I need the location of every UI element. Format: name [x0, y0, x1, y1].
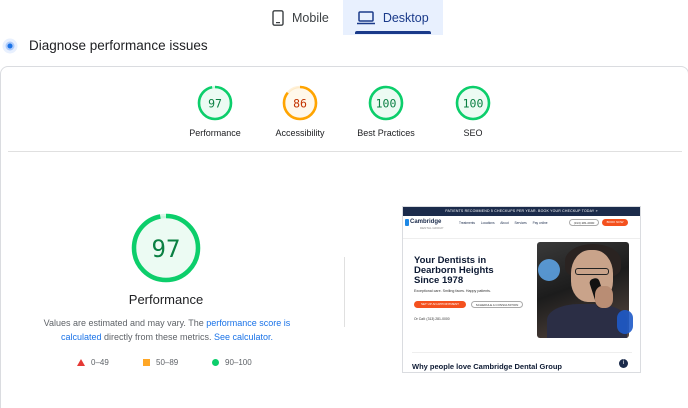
big-gauge-score: 97	[152, 235, 181, 263]
gauge-ring: 100	[368, 85, 404, 121]
site-section-title: Why people love Cambridge Dental Group	[412, 362, 563, 371]
smartphone-icon	[272, 9, 284, 26]
circle-icon	[212, 359, 219, 366]
performance-label: Performance	[128, 292, 204, 307]
gauge-ring: 97	[197, 85, 233, 121]
see-calculator-link[interactable]: See calculator.	[214, 332, 273, 342]
decorative-blob	[617, 310, 633, 334]
info-icon: i	[619, 359, 628, 368]
gauge-score: 97	[208, 97, 222, 111]
site-nav-link: Pay online	[532, 221, 548, 225]
site-brand-sub: DENTAL GROUP	[420, 226, 444, 230]
gauge-label: Accessibility	[275, 128, 325, 138]
tab-mobile-label: Mobile	[292, 10, 329, 25]
site-tagline: Exceptional care. Smiling faces. Happy p…	[414, 289, 491, 293]
gauge-score: 100	[463, 97, 484, 111]
gauge-accessibility[interactable]: 86 Accessibility	[250, 85, 350, 138]
vertical-divider	[344, 257, 345, 327]
performance-score-gauge: 97	[131, 213, 201, 283]
site-headline: Your Dentists in Dearborn Heights Since …	[414, 255, 494, 286]
site-cta-primary: SET UP AN APPOINTMENT	[414, 301, 466, 308]
legend-fail: 0–49	[77, 358, 109, 367]
site-nav: Cambridge DENTAL GROUP Treatments Locati…	[403, 218, 640, 231]
legend-pass: 90–100	[212, 358, 252, 367]
section-divider	[8, 151, 682, 152]
score-note: Values are estimated and may vary. The p…	[26, 316, 308, 344]
final-screenshot[interactable]: PATIENTS RECOMMEND 5 CHECKUPS PER YEAR. …	[402, 206, 641, 373]
brand-logo-icon	[405, 219, 409, 226]
site-hero: Your Dentists in Dearborn Heights Since …	[403, 238, 640, 343]
desktop-icon	[356, 10, 375, 24]
legend-average-range: 50–89	[156, 358, 179, 367]
legend-fail-range: 0–49	[91, 358, 109, 367]
tab-desktop[interactable]: Desktop	[342, 0, 443, 35]
site-nav-link: Locations	[480, 221, 495, 225]
decorative-blob	[538, 259, 560, 281]
site-cta-secondary: SCHEDULE A CONSULTATION	[471, 301, 523, 308]
site-nav-links: Treatments Locations About Services Pay …	[459, 221, 553, 225]
category-gauges: 97 Performance 86 Accessibility 100 Best Pr…	[0, 85, 688, 145]
note-text-1: Values are estimated and may vary. The	[43, 318, 207, 328]
gauge-seo[interactable]: 100 SEO	[423, 85, 523, 138]
site-brand: Cambridge	[410, 219, 442, 225]
gauge-best-practices[interactable]: 100 Best Practices	[336, 85, 436, 138]
gauge-score: 86	[293, 97, 307, 111]
site-nav-link: About	[500, 221, 509, 225]
gauge-ring: 86	[282, 85, 318, 121]
site-banner: PATIENTS RECOMMEND 5 CHECKUPS PER YEAR. …	[403, 207, 640, 216]
hero-photo	[537, 242, 629, 338]
tab-desktop-label: Desktop	[382, 10, 429, 25]
device-tabs: Mobile Desktop	[258, 0, 443, 35]
tab-mobile[interactable]: Mobile	[258, 0, 343, 35]
gauge-ring: 100	[455, 85, 491, 121]
diagnose-header: Diagnose performance issues	[0, 37, 688, 55]
score-legend: 0–49 50–89 90–100	[0, 358, 340, 370]
site-call-text: Or Call: (313) 281-0000	[414, 317, 450, 321]
lighthouse-status-icon	[2, 38, 18, 54]
site-nav-link: Services	[514, 221, 527, 225]
triangle-icon	[77, 359, 85, 366]
gauge-score: 100	[376, 97, 397, 111]
page-title: Diagnose performance issues	[29, 38, 208, 53]
gauge-label: Best Practices	[357, 128, 415, 138]
site-nav-link: Treatments	[459, 221, 476, 225]
gauge-label: SEO	[463, 128, 483, 138]
site-book-button: BOOK NOW	[602, 219, 628, 226]
site-separator	[412, 352, 632, 353]
note-text-2: directly from these metrics.	[101, 332, 214, 342]
site-phone: (313) 281-0000	[569, 219, 599, 226]
legend-average: 50–89	[143, 358, 178, 367]
legend-pass-range: 90–100	[225, 358, 252, 367]
square-icon	[143, 359, 150, 366]
